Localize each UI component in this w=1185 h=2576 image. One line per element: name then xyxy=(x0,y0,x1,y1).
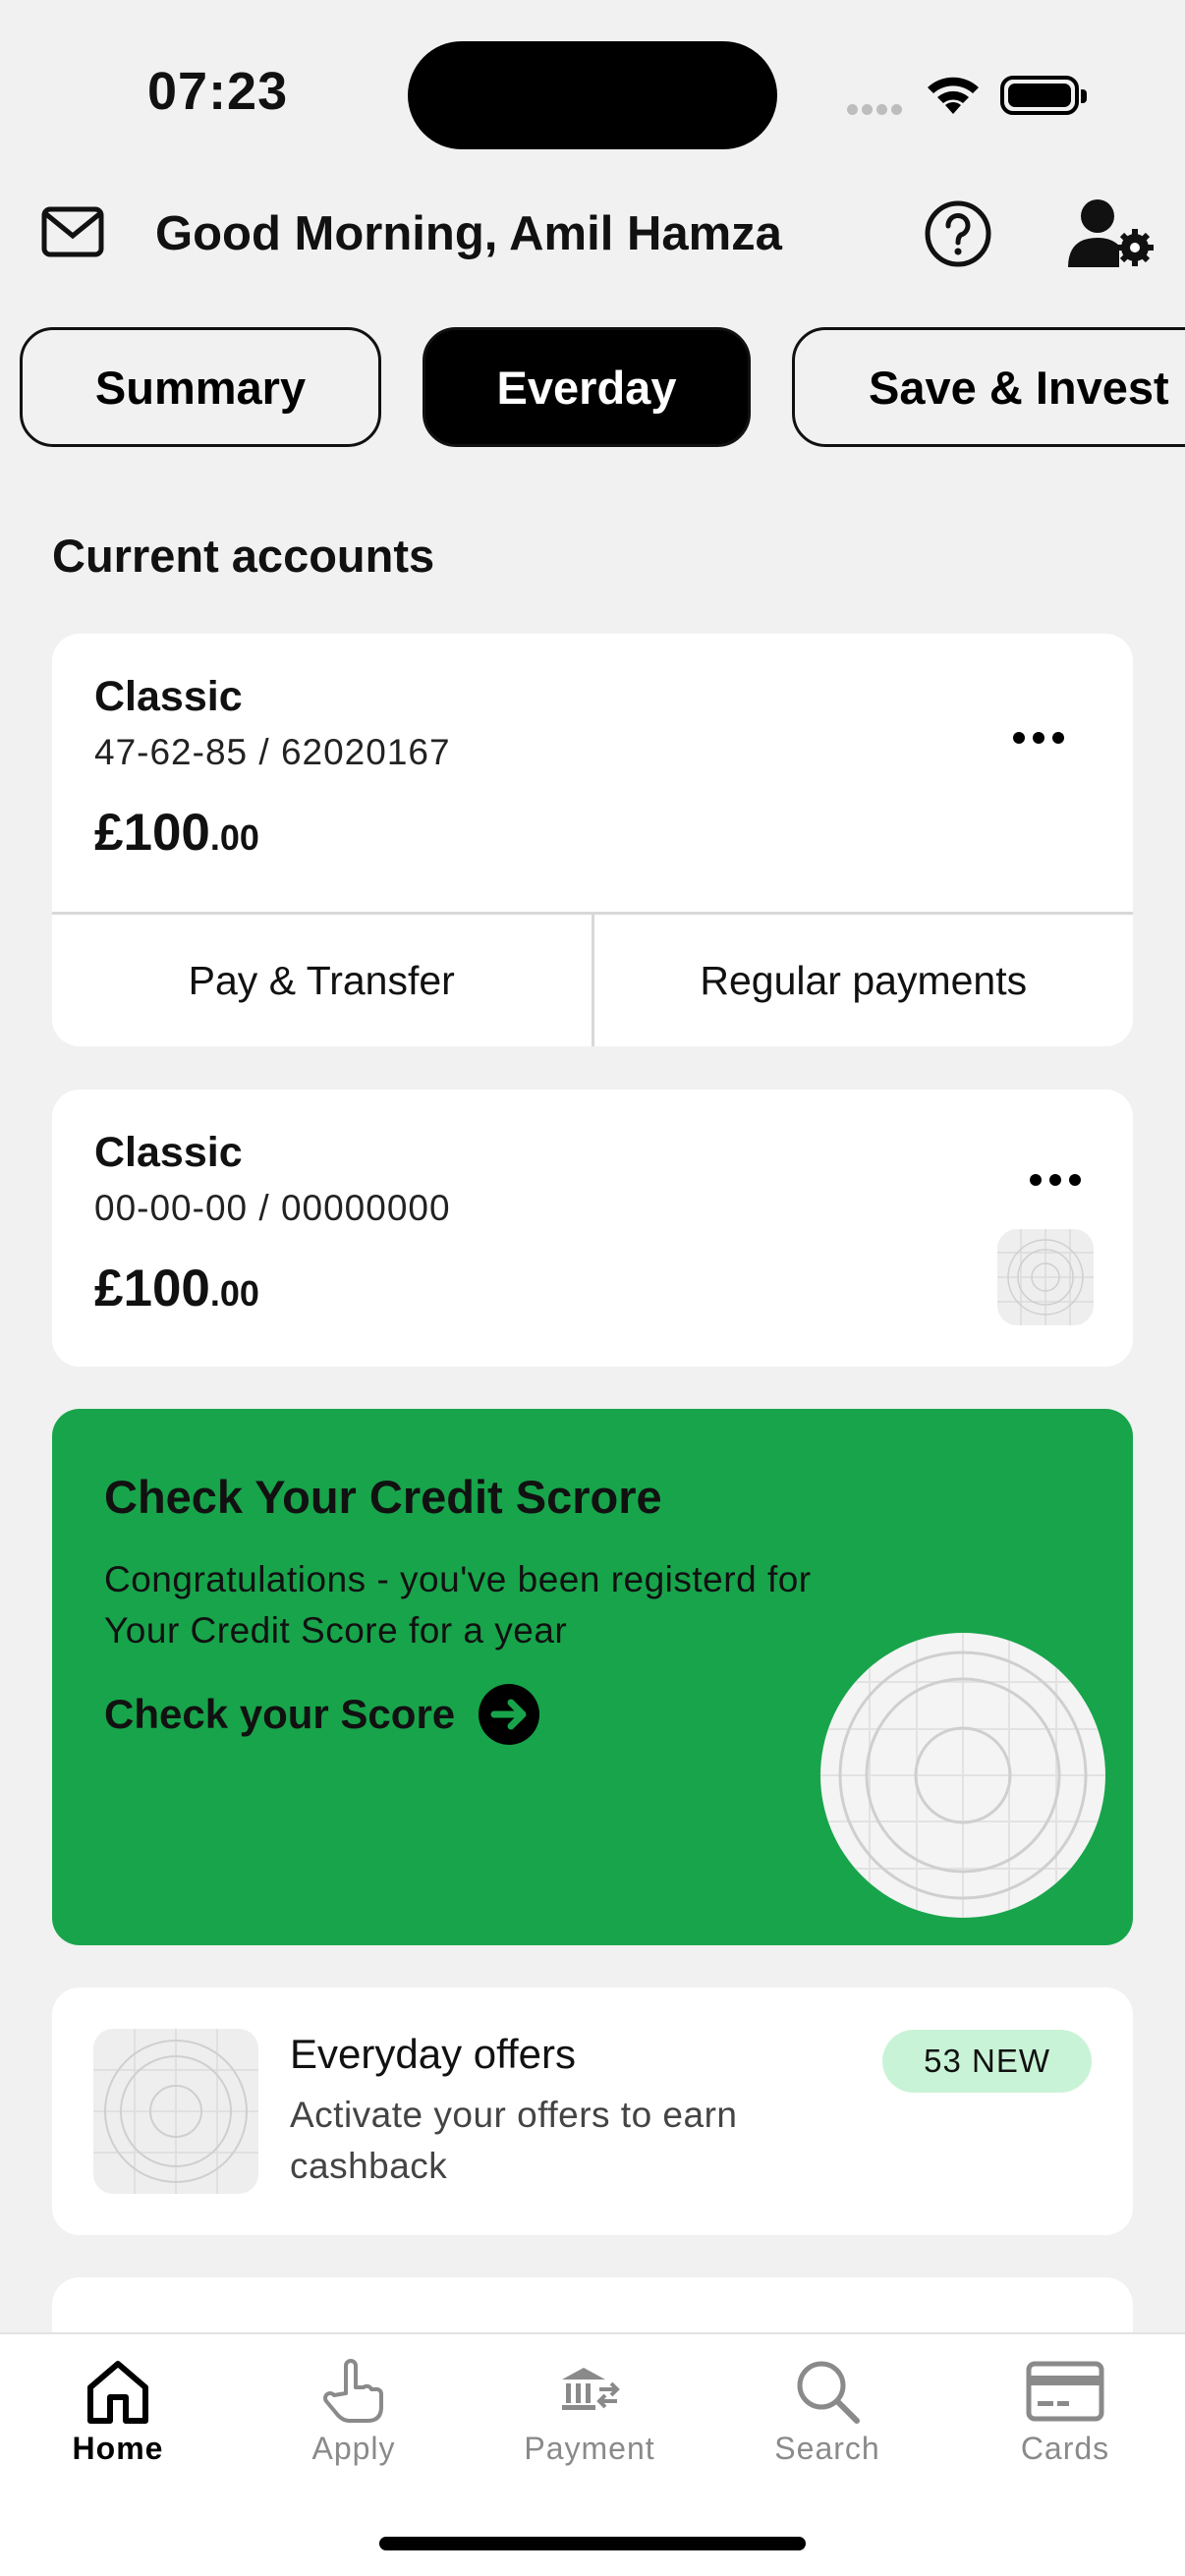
account-number: 00-00-00 / 00000000 xyxy=(94,1188,451,1228)
help-icon[interactable] xyxy=(924,199,992,273)
promo-title: Check Your Credit Scrore xyxy=(104,1471,662,1523)
nav-apply-label: Apply xyxy=(311,2431,396,2466)
battery-icon xyxy=(1000,76,1087,115)
tab-everyday[interactable]: Everday xyxy=(423,327,751,447)
nav-search-label: Search xyxy=(774,2431,880,2466)
account-actions: Pay & Transfer Regular payments xyxy=(52,912,1133,1046)
pay-transfer-button[interactable]: Pay & Transfer xyxy=(52,915,592,1046)
wifi-icon xyxy=(924,71,983,121)
nav-search[interactable]: Search xyxy=(729,2358,926,2467)
credit-score-promo[interactable]: Check Your Credit Scrore Congratulations… xyxy=(52,1409,1133,1945)
mail-icon[interactable] xyxy=(41,206,104,262)
hand-pointer-icon xyxy=(323,2359,383,2423)
arrow-right-circle-icon xyxy=(479,1684,540,1745)
promo-text: Congratulations - you've been registerd … xyxy=(104,1559,812,1651)
account-card[interactable]: Classic 47-62-85 / 62020167 £100.00 Pay … xyxy=(52,634,1133,1046)
offers-image-placeholder xyxy=(93,2029,258,2194)
user-settings-icon[interactable] xyxy=(1068,196,1157,276)
nav-apply[interactable]: Apply xyxy=(255,2358,452,2467)
more-options-icon[interactable] xyxy=(1013,718,1072,752)
greeting-text: Good Morning, Amil Hamza xyxy=(155,207,782,260)
nav-cards-label: Cards xyxy=(1020,2431,1110,2466)
dynamic-island xyxy=(408,41,777,149)
check-score-label: Check your Score xyxy=(104,1691,456,1737)
search-icon xyxy=(797,2361,860,2424)
nav-payment[interactable]: Payment xyxy=(491,2358,688,2467)
nav-payment-label: Payment xyxy=(524,2431,655,2466)
account-card[interactable]: Classic 00-00-00 / 00000000 £100.00 xyxy=(52,1090,1133,1367)
account-name: Classic xyxy=(94,1129,243,1176)
tab-summary[interactable]: Summary xyxy=(20,327,381,447)
balance-decimal: .00 xyxy=(209,1273,259,1314)
home-icon xyxy=(87,2361,148,2424)
account-name: Classic xyxy=(94,673,243,720)
balance-decimal: .00 xyxy=(209,817,259,858)
account-number: 47-62-85 / 62020167 xyxy=(94,732,451,772)
nav-cards[interactable]: Cards xyxy=(967,2358,1163,2467)
new-offers-badge: 53 NEW xyxy=(882,2030,1092,2093)
account-image-placeholder xyxy=(997,1229,1094,1325)
cellular-signal-icon xyxy=(847,102,906,116)
check-score-link[interactable]: Check your Score xyxy=(104,1684,540,1745)
status-time: 07:23 xyxy=(147,62,289,121)
home-indicator xyxy=(379,2537,806,2550)
balance-main: £100 xyxy=(94,804,210,862)
card-icon xyxy=(1026,2361,1104,2422)
section-title: Current accounts xyxy=(52,530,435,582)
credit-score-illustration xyxy=(820,1633,1105,1918)
account-balance: £100.00 xyxy=(94,1259,259,1318)
regular-payments-button[interactable]: Regular payments xyxy=(591,915,1133,1046)
offers-title: Everyday offers xyxy=(290,2031,577,2077)
bank-transfer-icon xyxy=(562,2368,620,2410)
nav-home[interactable]: Home xyxy=(20,2358,216,2467)
account-balance: £100.00 xyxy=(94,803,259,863)
more-options-icon[interactable] xyxy=(1030,1160,1089,1194)
balance-main: £100 xyxy=(94,1260,210,1317)
offers-text: Activate your offers to earn cashback xyxy=(290,2095,738,2186)
everyday-offers-card[interactable]: Everyday offers Activate your offers to … xyxy=(52,1988,1133,2235)
nav-home-label: Home xyxy=(72,2431,164,2466)
tab-save-invest[interactable]: Save & Invest xyxy=(792,327,1185,447)
